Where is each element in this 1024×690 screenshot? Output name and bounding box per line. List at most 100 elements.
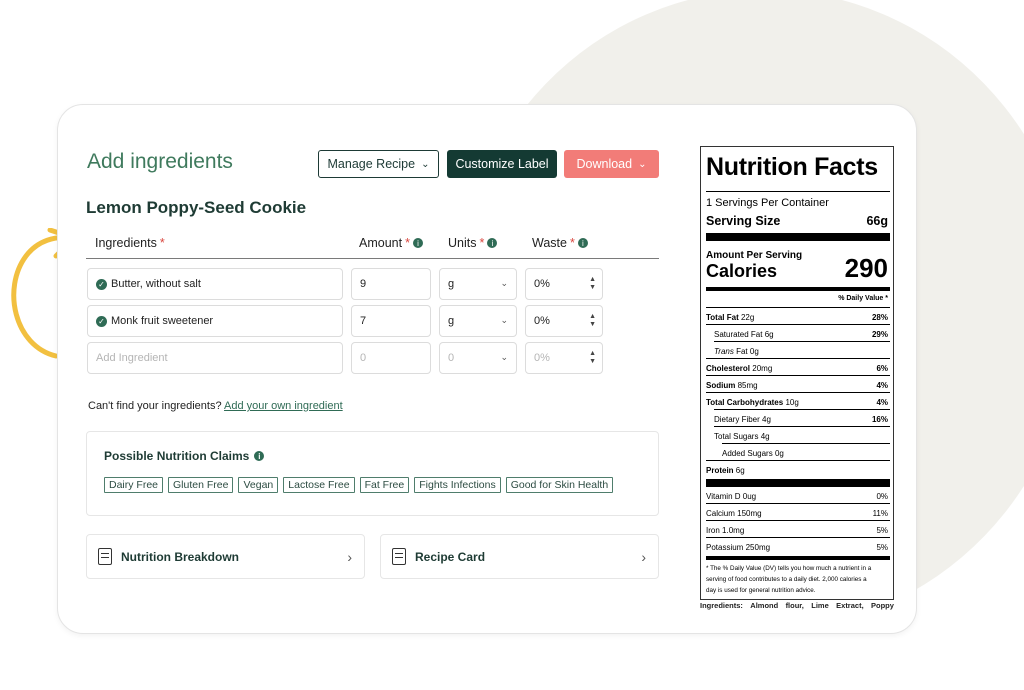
- ingredients-word: Ingredients:: [700, 601, 743, 610]
- ingredients-word: flour,: [785, 601, 804, 610]
- amount-input[interactable]: 9: [351, 268, 431, 300]
- divider: [714, 409, 890, 410]
- amount-input[interactable]: 0: [351, 342, 431, 374]
- waste-stepper[interactable]: 0% ▲ ▼: [525, 342, 603, 374]
- fiber-dv: 16%: [871, 415, 888, 424]
- recipe-name: Lemon Poppy-Seed Cookie: [86, 198, 307, 217]
- stepper-arrows-icon[interactable]: ▲ ▼: [589, 276, 596, 292]
- claims-tags: Dairy Free Gluten Free Vegan Lactose Fre…: [104, 477, 614, 493]
- amount-input[interactable]: 7: [351, 305, 431, 337]
- claim-tag: Fat Free: [359, 477, 410, 493]
- nutrition-breakdown-label: Nutrition Breakdown: [121, 549, 240, 564]
- claim-tag: Lactose Free: [283, 477, 355, 493]
- waste-stepper[interactable]: 0% ▲ ▼: [525, 268, 603, 300]
- nutrition-breakdown-card[interactable]: Nutrition Breakdown ›: [86, 534, 365, 579]
- column-header-amount: Amount * i: [359, 236, 423, 250]
- claim-tag: Good for Skin Health: [505, 477, 614, 493]
- page-title: Add ingredients: [87, 150, 233, 173]
- potassium-row: Potassium 250mg: [706, 543, 770, 552]
- footnote-line-3: day is used for general nutrition advice…: [706, 587, 816, 594]
- nutrition-claims-panel: Possible Nutrition Claims i Dairy Free G…: [86, 431, 659, 516]
- total-sugars-row: Total Sugars 4g: [714, 432, 770, 441]
- fiber-row: Dietary Fiber 4g: [714, 415, 771, 424]
- protein-row: Protein 6g: [706, 466, 745, 475]
- ingredient-name: Monk fruit sweetener: [111, 315, 214, 327]
- ingredients-word: Poppy: [871, 601, 894, 610]
- check-icon: ✓: [96, 278, 107, 290]
- nutrient-amount: 6g: [764, 330, 774, 339]
- add-ingredient-input[interactable]: Add Ingredient: [87, 342, 343, 374]
- info-icon[interactable]: i: [254, 451, 265, 461]
- column-header-ingredients: Ingredients *: [95, 236, 165, 250]
- unit-select[interactable]: 0 ⌄: [439, 342, 517, 374]
- ingredients-word: Lime: [811, 601, 829, 610]
- vitamin-d-row: Vitamin D 0ug: [706, 492, 756, 501]
- claim-tag: Gluten Free: [168, 477, 234, 493]
- divider: [706, 307, 890, 308]
- ingredients-word: Extract,: [836, 601, 864, 610]
- nutrient-name: Cholesterol: [706, 364, 751, 373]
- info-icon[interactable]: i: [577, 238, 588, 248]
- iron-dv: 5%: [876, 526, 888, 535]
- waste-stepper[interactable]: 0% ▲ ▼: [525, 305, 603, 337]
- chevron-right-icon: ›: [641, 549, 646, 565]
- nutrient-amount: 6g: [735, 466, 745, 475]
- checklist-icon: [98, 548, 112, 565]
- claim-tag: Dairy Free: [104, 477, 164, 493]
- amount-value: 9: [360, 278, 367, 290]
- unit-value: g: [448, 315, 455, 327]
- divider: [706, 537, 890, 538]
- manage-recipe-button[interactable]: Manage Recipe ⌄: [318, 150, 439, 178]
- iron-row: Iron 1.0mg: [706, 526, 744, 535]
- required-mark: *: [405, 236, 410, 250]
- unit-select[interactable]: g ⌄: [439, 268, 517, 300]
- chevron-down-icon: ⌄: [500, 278, 508, 288]
- calories-value: 290: [844, 253, 888, 283]
- ingredient-name-field[interactable]: ✓ Monk fruit sweetener: [87, 305, 343, 337]
- nutrient-name: Added Sugars: [722, 449, 773, 458]
- label-title: Nutrition Facts: [706, 153, 878, 181]
- recipe-card-card[interactable]: Recipe Card ›: [380, 534, 659, 579]
- nutrient-amount: 4g: [762, 415, 771, 424]
- column-label: Waste: [532, 236, 567, 250]
- customize-label-button[interactable]: Customize Label: [447, 150, 557, 178]
- total-carbs-dv: 4%: [876, 398, 888, 407]
- nutrient-name: Protein: [706, 466, 734, 475]
- add-own-ingredient-link[interactable]: Add your own ingredient: [224, 400, 343, 412]
- divider: [706, 324, 890, 325]
- stage: Add ingredients Manage Recipe ⌄ Customiz…: [0, 0, 1024, 690]
- placeholder-text: 0: [360, 352, 367, 364]
- nutrient-amount: 0g: [749, 347, 759, 356]
- medium-divider: [706, 287, 890, 291]
- label-ingredients-line: Ingredients: Almond flour, Lime Extract,…: [700, 601, 894, 610]
- nutrient-amount: 85mg: [737, 381, 758, 390]
- header-divider: [86, 258, 659, 259]
- ingredient-name-field[interactable]: ✓ Butter, without salt: [87, 268, 343, 300]
- stepper-arrows-icon[interactable]: ▲ ▼: [589, 350, 596, 366]
- trans-fat-row: Trans Fat 0g: [714, 347, 759, 356]
- nutrient-amount: 250mg: [745, 543, 771, 552]
- info-icon[interactable]: i: [487, 238, 498, 248]
- info-icon[interactable]: i: [412, 238, 423, 248]
- saturated-fat-dv: 29%: [871, 330, 888, 339]
- nutrient-name: Sodium: [706, 381, 736, 390]
- nutrient-amount: 1.0mg: [722, 526, 745, 535]
- chevron-down-icon: ⌄: [500, 352, 508, 362]
- added-sugars-row: Added Sugars 0g: [722, 449, 784, 458]
- amount-per-serving: Amount Per Serving: [706, 250, 803, 261]
- recipe-card-label: Recipe Card: [415, 549, 486, 564]
- nutrient-name-suffix: Fat: [736, 347, 748, 356]
- placeholder-text: Add Ingredient: [96, 352, 168, 364]
- vitamin-d-dv: 0%: [876, 492, 888, 501]
- download-button[interactable]: Download ⌄: [564, 150, 659, 178]
- divider: [706, 191, 890, 192]
- nutrition-facts-label: Nutrition Facts 1 Servings Per Container…: [700, 146, 894, 600]
- column-label: Units: [448, 236, 477, 250]
- unit-select[interactable]: g ⌄: [439, 305, 517, 337]
- claim-tag: Vegan: [238, 477, 279, 493]
- total-fat-dv: 28%: [871, 313, 888, 322]
- help-text: Can't find your ingredients? Add your ow…: [88, 400, 343, 412]
- nutrient-name: Potassium: [706, 543, 744, 552]
- divider: [706, 520, 890, 521]
- stepper-arrows-icon[interactable]: ▲ ▼: [589, 313, 596, 329]
